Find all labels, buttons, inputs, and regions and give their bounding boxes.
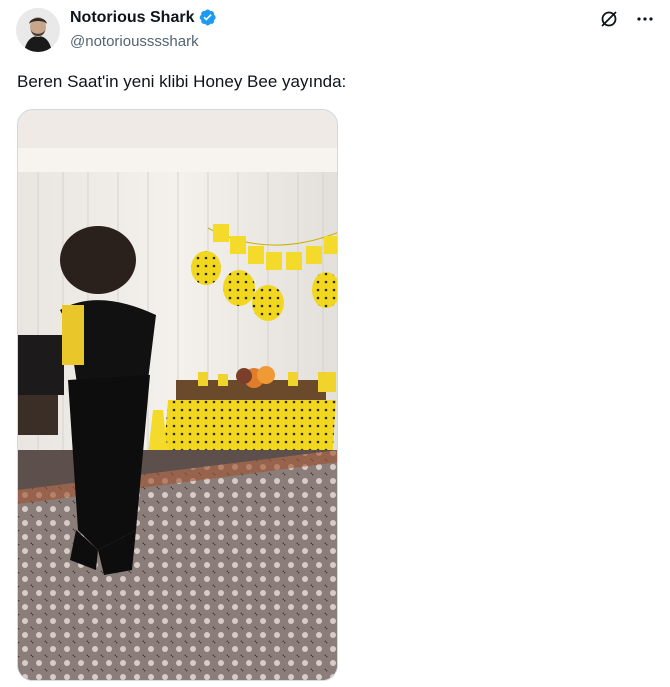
avatar[interactable] — [16, 8, 60, 52]
user-avatar-icon — [16, 8, 60, 52]
tweet-video[interactable] — [17, 109, 338, 681]
video-frame-image — [18, 110, 337, 680]
tweet-top-actions — [598, 8, 656, 30]
display-name[interactable]: Notorious Shark — [70, 9, 194, 27]
author-handle[interactable]: @notoriousssshark — [70, 33, 199, 50]
verified-badge-icon[interactable] — [198, 8, 217, 27]
author-name-row: Notorious Shark — [70, 8, 217, 27]
more-icon[interactable] — [634, 8, 656, 30]
tweet-text: Beren Saat'in yeni klibi Honey Bee yayın… — [17, 72, 347, 91]
grok-icon[interactable] — [598, 8, 620, 30]
